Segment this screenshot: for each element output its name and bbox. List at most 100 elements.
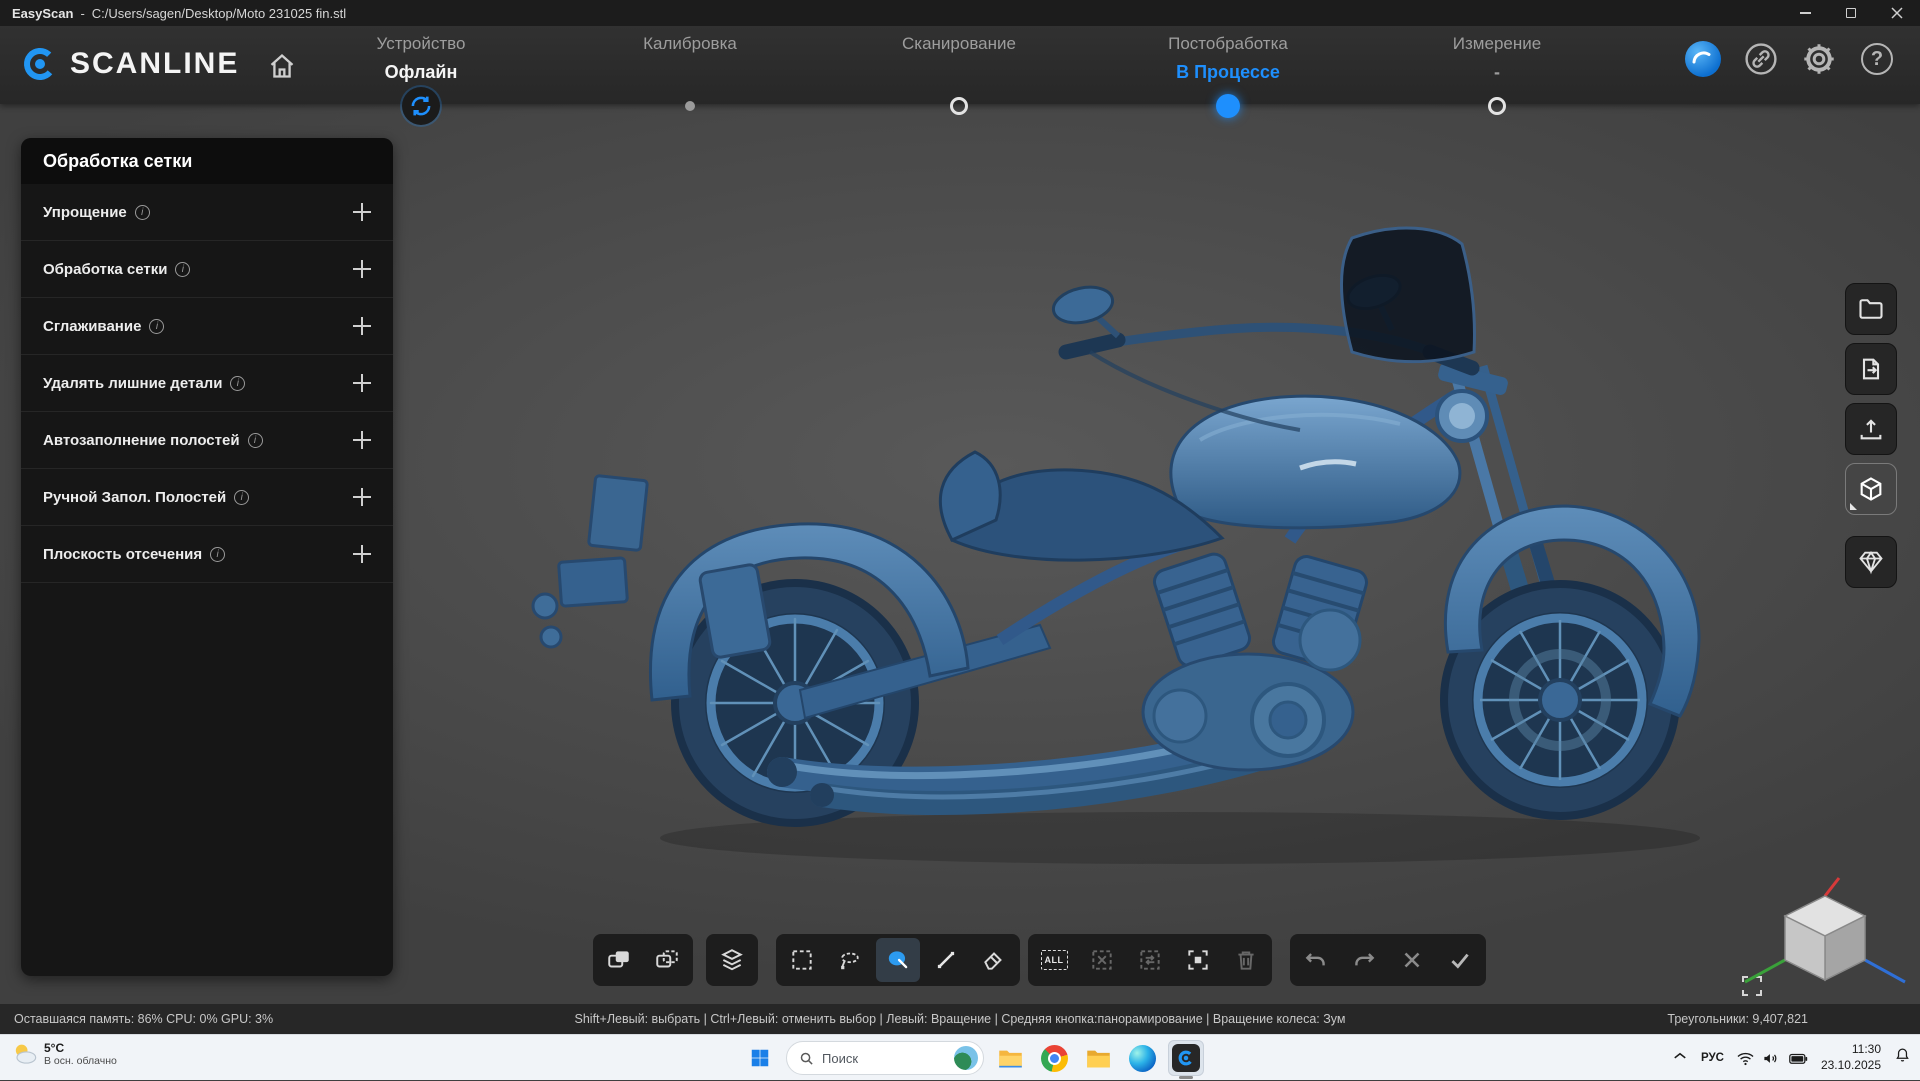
taskbar-edge[interactable]: [1124, 1040, 1160, 1076]
panel-item-simplify[interactable]: Упрощение: [21, 184, 393, 241]
step-dot-scanning[interactable]: [950, 97, 968, 115]
easyscan-app-icon: [1172, 1044, 1200, 1072]
rect-select-button[interactable]: [780, 938, 824, 982]
start-button[interactable]: [742, 1040, 778, 1076]
info-icon[interactable]: [210, 547, 225, 562]
panel-item-label: Плоскость отсечения: [43, 546, 202, 563]
model-badge-button[interactable]: [1684, 40, 1722, 78]
info-icon[interactable]: [135, 205, 150, 220]
tab-scanning[interactable]: Сканирование: [829, 34, 1089, 82]
deselect-all-button[interactable]: [1080, 938, 1124, 982]
close-button[interactable]: [1874, 0, 1920, 26]
search-box[interactable]: Поиск: [786, 1041, 984, 1075]
tray-expand-button[interactable]: [1671, 1047, 1689, 1070]
weather-widget[interactable]: 5°C В осн. облачно: [10, 1040, 117, 1068]
add-icon[interactable]: [353, 431, 371, 449]
logo-text: SCANLINE: [70, 47, 239, 81]
taskbar: 5°C В осн. облачно Поиск: [0, 1034, 1920, 1080]
select-all-button[interactable]: ALL: [1032, 938, 1076, 982]
maximize-button[interactable]: [1828, 0, 1874, 26]
line-select-button[interactable]: [924, 938, 968, 982]
taskbar-folder[interactable]: [1080, 1040, 1116, 1076]
delete-selected-button[interactable]: [1224, 938, 1268, 982]
redo-button[interactable]: [1342, 938, 1386, 982]
minimize-icon: [1800, 12, 1811, 14]
info-icon[interactable]: [230, 376, 245, 391]
settings-button[interactable]: [1800, 40, 1838, 78]
add-icon[interactable]: [353, 260, 371, 278]
mesh-processing-panel: Обработка сетки Упрощение Обработка сетк…: [21, 138, 393, 976]
titlebar: EasyScan - C:/Users/sagen/Desktop/Moto 2…: [0, 0, 1920, 26]
tab-calibration[interactable]: Калибровка: [560, 34, 820, 82]
panel-item-smoothing[interactable]: Сглаживание: [21, 298, 393, 355]
brush-select-button[interactable]: [972, 938, 1016, 982]
step-status: -: [1367, 62, 1627, 83]
orientation-cube[interactable]: [1735, 872, 1915, 1002]
notification-button[interactable]: [1893, 1046, 1912, 1070]
expand-selection-icon: [1185, 947, 1211, 973]
open-file-button[interactable]: [1845, 283, 1897, 335]
apply-button[interactable]: [1438, 938, 1482, 982]
model-badge-icon: [1685, 41, 1721, 77]
model-view-button[interactable]: [1845, 463, 1897, 515]
lasso-select-button[interactable]: [828, 938, 872, 982]
clock-widget[interactable]: 11:30 23.10.2025: [1821, 1042, 1881, 1073]
step-dot-measurement[interactable]: [1488, 97, 1506, 115]
edge-icon: [1129, 1045, 1156, 1072]
panel-item-remove-details[interactable]: Удалять лишние детали: [21, 355, 393, 412]
tab-postprocessing[interactable]: Постобработка В Процессе: [1098, 34, 1358, 83]
info-icon[interactable]: [149, 319, 164, 334]
panel-item-label: Ручной Запол. Полостей: [43, 489, 226, 506]
upload-icon: [1857, 415, 1885, 443]
invert-selection-button[interactable]: [1128, 938, 1172, 982]
layers-icon: [719, 947, 745, 973]
panel-item-mesh-processing[interactable]: Обработка сетки: [21, 241, 393, 298]
layers-button[interactable]: [710, 938, 754, 982]
tab-measurement[interactable]: Измерение -: [1367, 34, 1627, 83]
gem-icon: [1857, 548, 1885, 576]
expand-selection-button[interactable]: [1176, 938, 1220, 982]
info-icon[interactable]: [175, 262, 190, 277]
add-icon[interactable]: [353, 374, 371, 392]
step-label: Измерение: [1367, 34, 1627, 54]
upload-button[interactable]: [1845, 403, 1897, 455]
taskbar-file-explorer[interactable]: [992, 1040, 1028, 1076]
step-dot-device[interactable]: [402, 87, 440, 125]
add-icon[interactable]: [353, 488, 371, 506]
cube-icon: [1857, 475, 1885, 503]
select-all-label: ALL: [1041, 950, 1068, 970]
panel-item-clipping-plane[interactable]: Плоскость отсечения: [21, 526, 393, 583]
taskbar-chrome[interactable]: [1036, 1040, 1072, 1076]
help-button[interactable]: [1858, 40, 1896, 78]
sphere-select-button[interactable]: [876, 938, 920, 982]
tab-device[interactable]: Устройство Офлайн: [291, 34, 551, 83]
info-icon[interactable]: [248, 433, 263, 448]
minimize-button[interactable]: [1782, 0, 1828, 26]
step-label: Калибровка: [560, 34, 820, 54]
undo-button[interactable]: [1294, 938, 1338, 982]
export-button[interactable]: [1845, 343, 1897, 395]
info-icon[interactable]: [234, 490, 249, 505]
view-mode-button-1[interactable]: [597, 938, 641, 982]
taskbar-easyscan[interactable]: [1168, 1040, 1204, 1076]
undo-icon: [1303, 947, 1329, 973]
tray-time: 11:30: [1821, 1042, 1881, 1058]
add-icon[interactable]: [353, 203, 371, 221]
panel-item-label: Автозаполнение полостей: [43, 432, 240, 449]
quality-button[interactable]: [1845, 536, 1897, 588]
panel-item-autofill-holes[interactable]: Автозаполнение полостей: [21, 412, 393, 469]
add-icon[interactable]: [353, 545, 371, 563]
panel-item-manual-fill-holes[interactable]: Ручной Запол. Полостей: [21, 469, 393, 526]
step-dot-postprocessing[interactable]: [1216, 94, 1240, 118]
titlebar-separator: -: [80, 6, 84, 21]
view-mode-button-2[interactable]: [645, 938, 689, 982]
system-tray[interactable]: [1736, 1049, 1809, 1068]
cancel-button[interactable]: [1390, 938, 1434, 982]
search-daily-image[interactable]: [954, 1046, 978, 1070]
panel-item-label: Упрощение: [43, 204, 127, 221]
add-icon[interactable]: [353, 317, 371, 335]
language-indicator[interactable]: РУС: [1701, 1052, 1724, 1064]
link-icon: [1743, 41, 1779, 77]
share-link-button[interactable]: [1742, 40, 1780, 78]
step-dot-calibration[interactable]: [685, 101, 695, 111]
